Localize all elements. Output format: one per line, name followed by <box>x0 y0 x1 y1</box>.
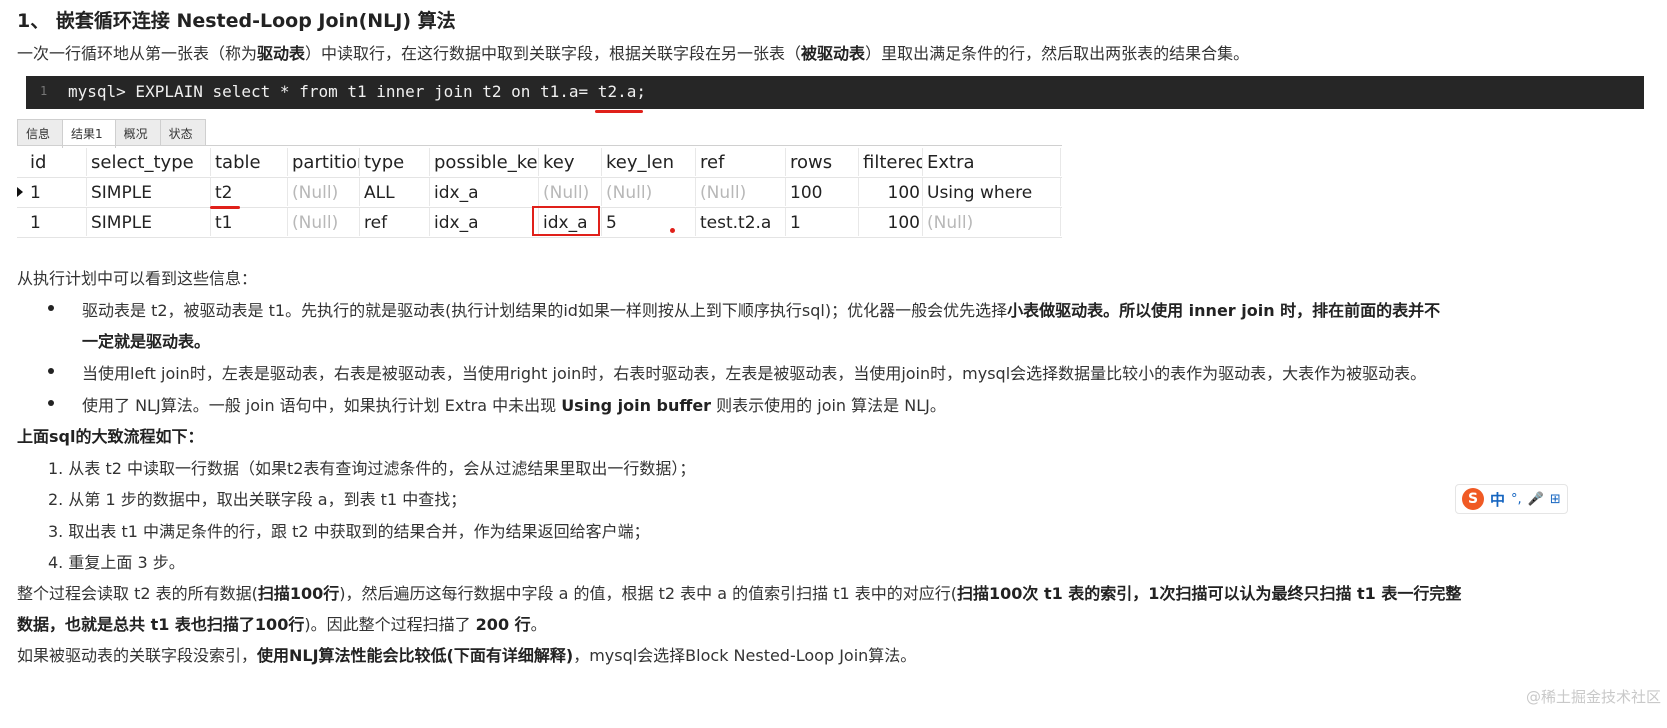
grid-header-row: id select_type table partitions type pos… <box>17 148 1062 178</box>
summary-line-1: 整个过程会读取 t2 表的所有数据(扫描100行)，然后遍历这每行数据中字段 a… <box>17 580 1461 604</box>
cell-ref[interactable]: test.t2.a <box>697 208 786 236</box>
summary-text-3: )。因此整个过程扫描了 <box>304 615 476 634</box>
last-text-2: ，mysql会选择Block Nested-Loop Join算法。 <box>573 646 917 665</box>
table-row[interactable]: 1 SIMPLE t2 (Null) ALL idx_a (Null) (Nul… <box>17 178 1062 208</box>
summary-bold-4: 200 行 <box>475 615 531 634</box>
bullet-dot-icon <box>48 368 54 374</box>
cell-extra[interactable]: (Null) <box>924 208 1061 236</box>
bullet-3-text-1: 使用了 NLJ算法。一般 join 语句中，如果执行计划 Extra 中未出现 <box>82 396 562 415</box>
intro-bold-1: 驱动表 <box>257 44 306 63</box>
cell-key-len[interactable]: 5 <box>603 208 696 236</box>
cell-type[interactable]: ref <box>361 208 430 236</box>
current-row-marker-icon <box>17 187 23 197</box>
bullet-1-text: 驱动表是 t2，被驱动表是 t1。先执行的就是驱动表(执行计划结果的id如果一样… <box>82 301 1008 320</box>
summary-bold-3: 数据，也就是总共 t1 表也扫描了100行 <box>17 615 305 634</box>
header-select-type[interactable]: select_type <box>88 148 211 176</box>
cell-select-type[interactable]: SIMPLE <box>88 178 211 206</box>
bullet-3-text-2: 则表示使用的 join 算法是 NLJ。 <box>711 396 946 415</box>
bullet-3-bold: Using join buffer <box>561 396 712 415</box>
step-4: 4. 重复上面 3 步。 <box>48 553 185 572</box>
cell-filtered[interactable]: 100 <box>860 178 923 206</box>
header-id[interactable]: id <box>27 148 87 176</box>
step-3: 3. 取出表 t1 中满足条件的行，跟 t2 中获取到的结果合并，作为结果返回给… <box>48 522 650 541</box>
code-block: 1 mysql> EXPLAIN select * from t1 inner … <box>26 76 1644 109</box>
cell-key-len[interactable]: (Null) <box>603 178 696 206</box>
cell-id[interactable]: 1 <box>27 208 87 236</box>
summary-bold-1: 扫描100行 <box>257 584 340 603</box>
header-type[interactable]: type <box>361 148 430 176</box>
summary-bold-2: 扫描100次 t1 表的索引，1次扫描可以认为最终只扫描 t1 表一行完整 <box>956 584 1462 603</box>
header-ref[interactable]: ref <box>697 148 786 176</box>
intro-paragraph: 一次一行循环地从第一张表（称为驱动表）中读取行，在这行数据中取到关联字段，根据关… <box>17 40 1249 64</box>
last-text-1: 如果被驱动表的关联字段没索引， <box>17 646 258 665</box>
tab-result-1[interactable]: 结果1 <box>62 119 116 148</box>
summary-text-1: 整个过程会读取 t2 表的所有数据( <box>17 584 258 603</box>
last-bold: 使用NLJ算法性能会比较低(下面有详细解释) <box>257 646 574 665</box>
cell-partitions[interactable]: (Null) <box>289 178 360 206</box>
intro-bold-2: 被驱动表 <box>801 44 866 63</box>
header-filtered[interactable]: filtered <box>860 148 923 176</box>
result-tabs: 信息 结果1 概况 状态 <box>17 119 206 148</box>
tabs-divider <box>17 145 1062 146</box>
tab-info[interactable]: 信息 <box>17 119 64 146</box>
red-underline-t2 <box>210 206 240 209</box>
intro-text-1: 一次一行循环地从第一张表（称为 <box>17 44 258 63</box>
tab-status[interactable]: 状态 <box>159 119 206 146</box>
summary-text-2: )，然后遍历这每行数据中字段 a 的值，根据 t2 表中 a 的值索引扫描 t1… <box>339 584 957 603</box>
cell-rows[interactable]: 100 <box>787 178 859 206</box>
red-dot-annotation <box>670 228 675 233</box>
header-possible-keys[interactable]: possible_keys <box>431 148 539 176</box>
punctuation-icon[interactable]: °, <box>1511 492 1522 507</box>
last-paragraph: 如果被驱动表的关联字段没索引，使用NLJ算法性能会比较低(下面有详细解释)，my… <box>17 642 916 666</box>
keyboard-grid-icon[interactable]: ⊞ <box>1550 492 1561 507</box>
header-key[interactable]: key <box>540 148 602 176</box>
step-1: 1. 从表 t2 中读取一行数据（如果t2表有查询过滤条件的，会从过滤结果里取出… <box>48 459 696 478</box>
cell-table[interactable]: t1 <box>212 208 288 236</box>
ime-toolbar[interactable]: S 中 °, 🎤 ⊞ <box>1455 484 1568 514</box>
cell-filtered[interactable]: 100 <box>860 208 923 236</box>
bullet-dot-icon <box>48 400 54 406</box>
cell-type[interactable]: ALL <box>361 178 430 206</box>
bullet-1-bold: 小表做驱动表。所以使用 inner join 时，排在前面的表并不 <box>1007 301 1441 320</box>
section-heading: 1、 嵌套循环连接 Nested-Loop Join(NLJ) 算法 <box>17 10 456 32</box>
cell-table[interactable]: t2 <box>212 178 288 206</box>
microphone-icon[interactable]: 🎤 <box>1528 492 1544 507</box>
summary-line-2: 数据，也就是总共 t1 表也扫描了100行)。因此整个过程扫描了 200 行。 <box>17 611 547 635</box>
flow-title-bold: 上面sql的大致流程如下： <box>17 427 204 446</box>
red-box-idx-a <box>532 206 600 236</box>
header-rows[interactable]: rows <box>787 148 859 176</box>
intro-text-3: ）里取出满足条件的行，然后取出两张表的结果合集。 <box>865 44 1250 63</box>
cell-key[interactable]: (Null) <box>540 178 602 206</box>
intro-text-2: ）中读取行，在这行数据中取到关联字段，根据关联字段在另一张表（ <box>305 44 802 63</box>
code-line-number: 1 <box>40 84 48 98</box>
header-key-len[interactable]: key_len <box>603 148 696 176</box>
bullet-3: 使用了 NLJ算法。一般 join 语句中，如果执行计划 Extra 中未出现 … <box>82 392 946 416</box>
summary-text-4: 。 <box>530 615 547 634</box>
header-extra[interactable]: Extra <box>924 148 1061 176</box>
cell-possible-keys[interactable]: idx_a <box>431 178 539 206</box>
watermark: @稀土掘金技术社区 <box>1525 688 1661 706</box>
bullet-2: 当使用left join时，左表是驱动表，右表是被驱动表，当使用right jo… <box>82 364 1427 383</box>
cell-partitions[interactable]: (Null) <box>289 208 360 236</box>
header-partitions[interactable]: partitions <box>289 148 360 176</box>
step-2: 2. 从第 1 步的数据中，取出关联字段 a，到表 t1 中查找； <box>48 490 467 509</box>
cell-extra[interactable]: Using where <box>924 178 1061 206</box>
flow-title: 上面sql的大致流程如下： <box>17 423 203 447</box>
cell-select-type[interactable]: SIMPLE <box>88 208 211 236</box>
bullet-1-bold-2: 一定就是驱动表。 <box>82 332 211 351</box>
info-title: 从执行计划中可以看到这些信息： <box>17 269 258 288</box>
bullet-1-line-2: 一定就是驱动表。 <box>82 328 210 352</box>
bullet-dot-icon <box>48 305 54 311</box>
cell-rows[interactable]: 1 <box>787 208 859 236</box>
sogou-logo-icon[interactable]: S <box>1462 488 1484 510</box>
cell-possible-keys[interactable]: idx_a <box>431 208 539 236</box>
header-table[interactable]: table <box>212 148 288 176</box>
bullet-1-line-1: 驱动表是 t2，被驱动表是 t1。先执行的就是驱动表(执行计划结果的id如果一样… <box>82 297 1440 321</box>
cell-id[interactable]: 1 <box>27 178 87 206</box>
ime-language-toggle[interactable]: 中 <box>1490 489 1505 510</box>
code-line[interactable]: mysql> EXPLAIN select * from t1 inner jo… <box>68 82 646 101</box>
tab-overview[interactable]: 概况 <box>114 119 161 146</box>
cell-ref[interactable]: (Null) <box>697 178 786 206</box>
red-underline-t2a <box>595 110 643 113</box>
